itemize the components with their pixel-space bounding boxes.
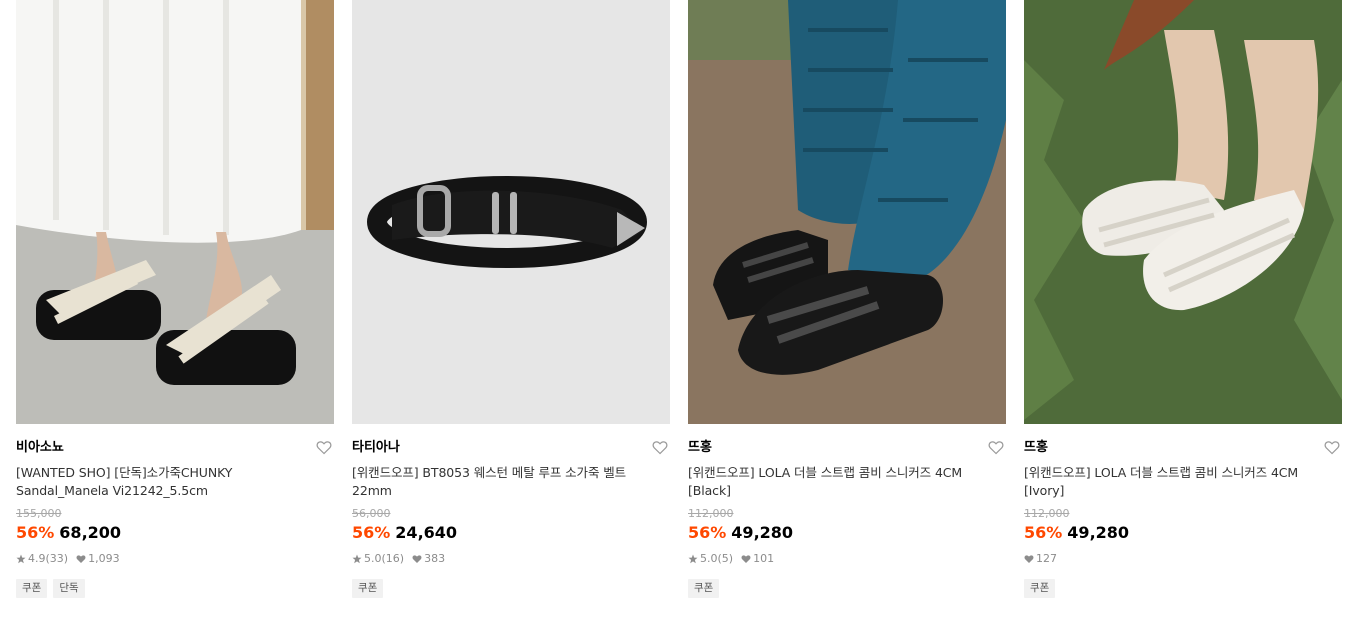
product-meta: 4.9 (33) 1,093 (16, 552, 334, 566)
brand-name[interactable]: 뜨홍 (688, 440, 1006, 456)
brand-name[interactable]: 타티아나 (352, 440, 670, 456)
brand-name[interactable]: 뜨홍 (1024, 440, 1342, 456)
star-icon (16, 554, 26, 564)
coupon-tag: 쿠폰 (688, 579, 720, 598)
heart-small-icon (1024, 555, 1034, 563)
wishlist-heart-icon[interactable] (652, 440, 668, 455)
star-icon (352, 554, 362, 564)
like-count: 127 (1036, 552, 1057, 565)
sandal-photo (16, 0, 334, 424)
like-count: 1,093 (88, 552, 120, 565)
ivory-sneakers-photo (1024, 0, 1342, 424)
product-meta: 5.0 (16) 383 (352, 552, 670, 566)
rating: 5.0 (16) (352, 552, 404, 566)
black-sneakers-photo (688, 0, 1006, 424)
discount-rate: 56% (688, 523, 727, 542)
brand-row: 비아소뇨 (16, 440, 334, 456)
likes: 101 (741, 552, 774, 566)
product-meta: 127 (1024, 552, 1342, 566)
product-title[interactable]: [위캔드오프] BT8053 웨스턴 메탈 루프 소가죽 벨트 22mm (352, 464, 670, 500)
brand-row: 타티아나 (352, 440, 670, 456)
tag-list: 쿠폰 (352, 579, 670, 598)
belt-photo (352, 0, 670, 424)
product-image[interactable] (688, 0, 1006, 424)
original-price: 155,000 (16, 507, 62, 520)
heart-small-icon (76, 555, 86, 563)
wishlist-heart-icon[interactable] (316, 440, 332, 455)
coupon-tag: 쿠폰 (352, 579, 384, 598)
rating: 4.9 (33) (16, 552, 68, 566)
heart-small-icon (741, 555, 751, 563)
tag-list: 쿠폰 (1024, 579, 1342, 598)
exclusive-tag: 단독 (53, 579, 85, 598)
discount-rate: 56% (352, 523, 391, 542)
product-title-line2: Sandal_Manela Vi21242_5.5cm (16, 483, 208, 498)
product-image[interactable] (16, 0, 334, 424)
sale-price: 24,640 (395, 523, 458, 542)
product-meta: 5.0 (5) 101 (688, 552, 1006, 566)
review-count: (33) (45, 552, 69, 565)
like-count: 101 (753, 552, 775, 565)
rating-value: 5.0 (700, 552, 718, 565)
price-row: 56% 49,280 (1024, 523, 1342, 543)
likes: 127 (1024, 552, 1057, 566)
tag-list: 쿠폰 단독 (16, 579, 334, 598)
rating: 5.0 (5) (688, 552, 733, 566)
sale-price: 49,280 (731, 523, 794, 542)
discount-rate: 56% (16, 523, 55, 542)
original-price: 56,000 (352, 507, 391, 520)
sale-price: 68,200 (59, 523, 122, 542)
rating-value: 4.9 (28, 552, 46, 565)
price-row: 56% 49,280 (688, 523, 1006, 543)
tag-list: 쿠폰 (688, 579, 1006, 598)
product-image[interactable] (352, 0, 670, 424)
review-count: (5) (717, 552, 734, 565)
brand-name[interactable]: 비아소뇨 (16, 440, 334, 456)
sale-price: 49,280 (1067, 523, 1130, 542)
product-title[interactable]: [위캔드오프] LOLA 더블 스트랩 콤비 스니커즈 4CM [Ivory] (1024, 464, 1342, 500)
original-price: 112,000 (1024, 507, 1070, 520)
product-card[interactable]: 뜨홍 [위캔드오프] LOLA 더블 스트랩 콤비 스니커즈 4CM [Blac… (688, 0, 1006, 598)
product-title-line2: [Ivory] (1024, 483, 1065, 498)
heart-small-icon (412, 555, 422, 563)
product-title-line1: [위캔드오프] BT8053 웨스턴 메탈 루프 소가죽 벨트 (352, 465, 627, 480)
product-card[interactable]: 타티아나 [위캔드오프] BT8053 웨스턴 메탈 루프 소가죽 벨트 22m… (352, 0, 670, 598)
brand-row: 뜨홍 (688, 440, 1006, 456)
coupon-tag: 쿠폰 (1024, 579, 1056, 598)
product-title-line2: [Black] (688, 483, 731, 498)
product-image[interactable] (1024, 0, 1342, 424)
product-title[interactable]: [위캔드오프] LOLA 더블 스트랩 콤비 스니커즈 4CM [Black] (688, 464, 1006, 500)
discount-rate: 56% (1024, 523, 1063, 542)
product-card[interactable]: 뜨홍 [위캔드오프] LOLA 더블 스트랩 콤비 스니커즈 4CM [Ivor… (1024, 0, 1342, 598)
wishlist-heart-icon[interactable] (988, 440, 1004, 455)
product-title[interactable]: [WANTED SHO] [단독]소가죽CHUNKY Sandal_Manela… (16, 464, 334, 500)
price-row: 56% 24,640 (352, 523, 670, 543)
rating-value: 5.0 (364, 552, 382, 565)
review-count: (16) (381, 552, 405, 565)
star-icon (688, 554, 698, 564)
product-title-line1: [위캔드오프] LOLA 더블 스트랩 콤비 스니커즈 4CM (688, 465, 963, 480)
coupon-tag: 쿠폰 (16, 579, 48, 598)
product-title-line1: [위캔드오프] LOLA 더블 스트랩 콤비 스니커즈 4CM (1024, 465, 1299, 480)
price-row: 56% 68,200 (16, 523, 334, 543)
original-price: 112,000 (688, 507, 734, 520)
wishlist-heart-icon[interactable] (1324, 440, 1340, 455)
like-count: 383 (424, 552, 446, 565)
product-title-line2: 22mm (352, 483, 392, 498)
brand-row: 뜨홍 (1024, 440, 1342, 456)
product-card[interactable]: 비아소뇨 [WANTED SHO] [단독]소가죽CHUNKY Sandal_M… (16, 0, 334, 598)
product-grid: 비아소뇨 [WANTED SHO] [단독]소가죽CHUNKY Sandal_M… (0, 0, 1349, 621)
likes: 1,093 (76, 552, 120, 566)
product-title-line1: [WANTED SHO] [단독]소가죽CHUNKY (16, 465, 233, 480)
likes: 383 (412, 552, 445, 566)
